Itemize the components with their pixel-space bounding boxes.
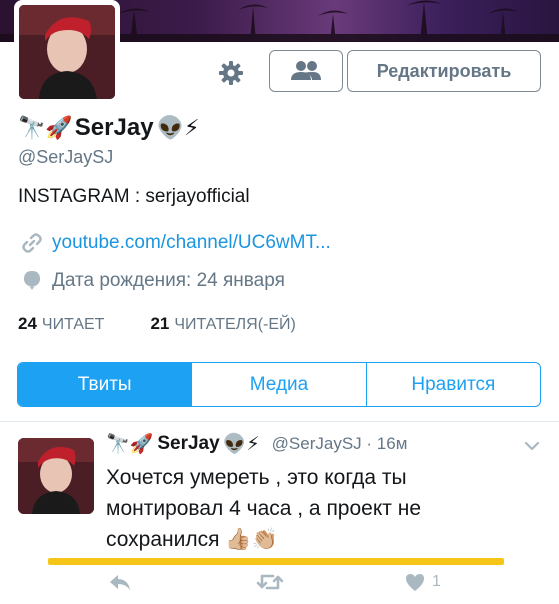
tab-likes[interactable]: Нравится — [365, 363, 540, 406]
chevron-down-icon — [524, 441, 540, 451]
link-icon — [22, 233, 42, 253]
profile-display-name: SerJay — [74, 114, 154, 141]
profile-bio: INSTAGRAM : serjayofficial — [18, 186, 250, 207]
profile-handle: @SerJaySJ — [18, 147, 114, 167]
like-count: 1 — [432, 573, 441, 590]
highlight-underline — [48, 558, 504, 565]
edit-profile-button[interactable]: Редактировать — [347, 50, 541, 92]
tweet-text: Хочется умереть , это когда ты монтирова… — [106, 462, 516, 555]
tweet-menu-button[interactable] — [522, 436, 542, 456]
balloon-icon — [24, 271, 40, 290]
reply-button[interactable] — [108, 572, 132, 592]
following-label: ЧИТАЕТ — [41, 316, 105, 333]
followers-count: 21 — [150, 314, 170, 333]
profile-name: 🔭🚀 SerJay 👽⚡ — [18, 114, 201, 142]
people-icon — [291, 61, 321, 80]
tweet-handle-time: @SerJaySJ · 16м — [271, 434, 408, 453]
profile-link-row: youtube.com/channel/UC6wMT... — [22, 232, 331, 254]
tweet-emoji: 👍🏼👏🏼 — [225, 528, 278, 551]
gear-icon — [219, 61, 243, 85]
name-suffix-emoji: 👽⚡ — [156, 115, 200, 140]
profile-tabs: Твиты Медиа Нравится — [17, 362, 541, 407]
settings-gear-button[interactable] — [214, 56, 248, 90]
profile-link[interactable]: youtube.com/channel/UC6wMT... — [52, 232, 331, 254]
tab-tweets[interactable]: Твиты — [18, 363, 192, 406]
profile-avatar[interactable] — [14, 0, 120, 104]
tweet-avatar[interactable] — [18, 438, 94, 514]
followers-label: ЧИТАТЕЛЯ(-ЕЙ) — [174, 316, 296, 333]
name-prefix-emoji: 🔭🚀 — [18, 115, 73, 140]
tweet-name-prefix-emoji: 🔭🚀 — [106, 434, 154, 455]
heart-icon — [406, 574, 424, 591]
reply-icon — [110, 575, 130, 590]
profile-birthday-row: Дата рождения: 24 января — [22, 270, 285, 292]
tweet-author-name[interactable]: SerJay — [157, 433, 219, 455]
tweet-name-suffix-emoji: 👽⚡ — [222, 434, 260, 455]
tweet-header: 🔭🚀 SerJay 👽⚡ @SerJaySJ · 16м — [106, 432, 407, 456]
retweet-button[interactable] — [256, 572, 284, 592]
following-count: 24 — [18, 314, 37, 333]
tab-media[interactable]: Медиа — [191, 363, 365, 406]
retweet-icon — [256, 574, 284, 590]
profile-stats: 24 ЧИТАЕТ 21 ЧИТАТЕЛЯ(-ЕЙ) — [18, 314, 296, 334]
lists-button[interactable] — [269, 50, 343, 92]
divider — [0, 421, 559, 422]
profile-birthday: Дата рождения: 24 января — [52, 270, 285, 291]
like-button[interactable]: 1 — [404, 572, 441, 592]
followers-stat[interactable]: 21 ЧИТАТЕЛЯ(-ЕЙ) — [150, 314, 295, 334]
tweet-actions: 1 — [0, 572, 559, 602]
following-stat[interactable]: 24 ЧИТАЕТ — [18, 314, 104, 334]
